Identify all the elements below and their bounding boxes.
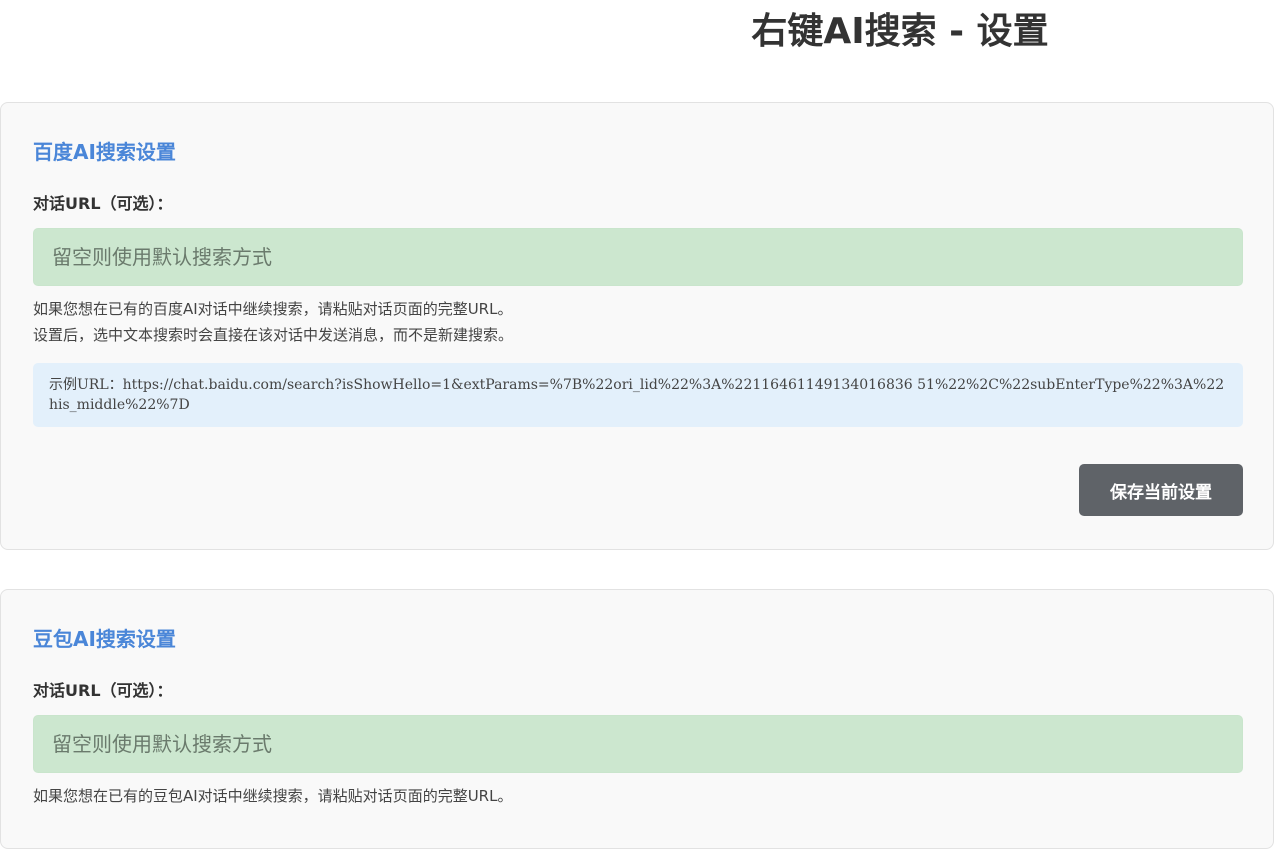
doubao-settings-card: 豆包AI搜索设置 对话URL（可选）： 如果您想在已有的豆包AI对话中继续搜索，… [0, 589, 1274, 849]
baidu-settings-card: 百度AI搜索设置 对话URL（可选）： 如果您想在已有的百度AI对话中继续搜索，… [0, 102, 1274, 550]
doubao-url-label: 对话URL（可选）： [33, 681, 173, 700]
baidu-url-label: 对话URL（可选）： [33, 194, 173, 213]
doubao-help-line-1: 如果您想在已有的豆包AI对话中继续搜索，请粘贴对话页面的完整URL。 [33, 787, 513, 805]
baidu-help-text: 如果您想在已有的百度AI对话中继续搜索，请粘贴对话页面的完整URL。 设置后，选… [33, 296, 513, 348]
page-title: 右键AI搜索 - 设置 [751, 11, 1049, 52]
baidu-save-button[interactable]: 保存当前设置 [1079, 464, 1243, 516]
baidu-example-url: 示例URL：https://chat.baidu.com/search?isSh… [33, 363, 1243, 427]
baidu-url-input[interactable] [33, 228, 1243, 286]
baidu-help-line-1: 如果您想在已有的百度AI对话中继续搜索，请粘贴对话页面的完整URL。 [33, 300, 513, 318]
doubao-section-title: 豆包AI搜索设置 [33, 627, 176, 651]
doubao-url-input[interactable] [33, 715, 1243, 773]
baidu-section-title: 百度AI搜索设置 [33, 140, 176, 164]
doubao-help-text: 如果您想在已有的豆包AI对话中继续搜索，请粘贴对话页面的完整URL。 [33, 783, 512, 809]
baidu-help-line-2: 设置后，选中文本搜索时会直接在该对话中发送消息，而不是新建搜索。 [33, 326, 514, 344]
